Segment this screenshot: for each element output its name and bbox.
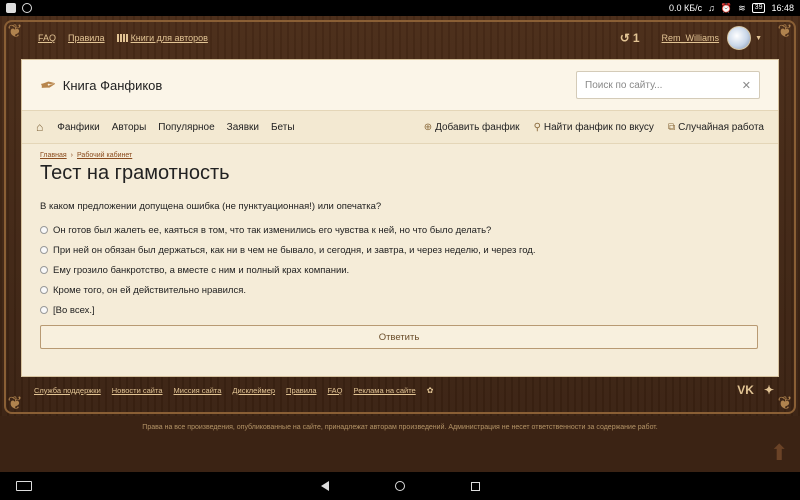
twitter-icon[interactable]: ✦ <box>764 383 774 397</box>
copyright-text: Права на все произведения, опубликованны… <box>142 424 658 431</box>
search-box: ✕ <box>576 71 760 99</box>
plus-circle-icon: ⊕ <box>423 121 433 133</box>
keyboard-icon[interactable] <box>16 481 32 491</box>
site-header: ✒ Книга Фанфиков ✕ <box>22 60 778 110</box>
back-icon[interactable] <box>320 481 329 491</box>
history-button[interactable]: ↺ 1 <box>620 31 640 45</box>
android-nav-bar <box>0 472 800 500</box>
vk-icon[interactable]: VK <box>737 383 754 397</box>
radio-button[interactable] <box>40 266 48 274</box>
find-fanfic-label: Найти фанфик по вкусу <box>543 121 654 133</box>
content-area: Главная › Рабочий кабинет Тест на грамот… <box>22 144 778 349</box>
answer-option-5[interactable]: [Во всех.] <box>40 300 760 320</box>
home-button-icon[interactable] <box>394 481 405 491</box>
main-page: ✒ Книга Фанфиков ✕ ⌂ Фанфики Авторы Попу… <box>22 60 778 376</box>
answer-option-text: При ней он обязан был держаться, как ни … <box>53 244 536 256</box>
footer-link-mission[interactable]: Миссия сайта <box>174 386 222 395</box>
answer-option-3[interactable]: Ему грозило банкротство, а вместе с ним … <box>40 260 760 280</box>
main-menu: ⌂ Фанфики Авторы Популярное Заявки Беты … <box>22 110 778 144</box>
username-link[interactable]: Rem_Williams <box>662 33 720 43</box>
answer-option-text: Он готов был жалеть ее, каяться в том, ч… <box>53 224 492 236</box>
clock: 16:48 <box>771 3 794 13</box>
breadcrumb-home[interactable]: Главная <box>40 152 67 159</box>
footer-link-faq[interactable]: FAQ <box>328 386 343 395</box>
answer-option-4[interactable]: Кроме того, он ей действительно нравился… <box>40 280 760 300</box>
find-fanfic-button[interactable]: ⚲ Найти фанфик по вкусу <box>534 122 654 133</box>
answer-option-text: [Во всех.] <box>53 304 95 316</box>
battery-level: 39 <box>751 3 766 13</box>
scroll-to-top-icon[interactable]: ⬆ <box>770 440 788 466</box>
menu-item-popular[interactable]: Популярное <box>158 122 214 133</box>
corner-ornament-icon: ❦ <box>7 393 23 413</box>
notification-icon <box>6 3 16 13</box>
menu-item-fanfics[interactable]: Фанфики <box>57 122 99 133</box>
breadcrumb-dashboard[interactable]: Рабочий кабинет <box>77 152 132 159</box>
answer-option-text: Кроме того, он ей действительно нравился… <box>53 284 247 296</box>
search-input[interactable] <box>585 79 742 91</box>
home-icon[interactable]: ⌂ <box>36 120 43 134</box>
page-title: Тест на грамотность <box>40 162 230 184</box>
add-fanfic-button[interactable]: ⊕ Добавить фанфик <box>424 122 520 133</box>
logo-text: Книга Фанфиков <box>62 77 163 93</box>
breadcrumb-separator-icon: › <box>70 152 73 159</box>
answer-option-1[interactable]: Он готов был жалеть ее, каяться в том, ч… <box>40 220 760 240</box>
radio-button[interactable] <box>40 286 48 294</box>
android-status-bar: 0.0 КБ/с ♫ ⏰ ≋ 39 16:48 <box>0 0 800 16</box>
radio-button[interactable] <box>40 306 48 314</box>
add-fanfic-label: Добавить фанфик <box>435 121 520 133</box>
history-count: 1 <box>632 31 640 45</box>
answer-option-2[interactable]: При ней он обязан был держаться, как ни … <box>40 240 760 260</box>
network-speed: 0.0 КБ/с <box>668 3 703 13</box>
books-icon <box>116 34 128 42</box>
radio-button[interactable] <box>40 246 48 254</box>
avatar[interactable] <box>727 26 752 50</box>
footer-link-ads[interactable]: Реклама на сайте <box>354 386 416 395</box>
search-icon: ⚲ <box>533 121 541 133</box>
quill-icon: ✒ <box>38 73 59 98</box>
random-icon: ⧉ <box>667 121 676 133</box>
chevron-down-icon[interactable]: ▼ <box>755 35 762 42</box>
random-work-label: Случайная работа <box>678 121 764 133</box>
radio-button[interactable] <box>40 226 48 234</box>
submit-answer-button[interactable]: Ответить <box>40 325 758 349</box>
alarm-icon: ⏰ <box>720 2 733 13</box>
top-nav: FAQ Правила Книги для авторов ↺ 1 Rem_Wi… <box>0 16 800 60</box>
history-icon: ↺ <box>619 31 630 45</box>
footer-link-news[interactable]: Новости сайта <box>112 386 163 395</box>
paw-icon[interactable]: ✿ <box>427 386 434 395</box>
footer-link-rules[interactable]: Правила <box>286 386 316 395</box>
menu-item-betas[interactable]: Беты <box>271 122 295 133</box>
quiz-question: В каком предложении допущена ошибка (не … <box>40 201 382 212</box>
app-notification-icon <box>22 3 32 13</box>
headphones-icon: ♫ <box>708 3 715 13</box>
menu-item-authors[interactable]: Авторы <box>112 122 147 133</box>
books-for-authors-link[interactable]: Книги для авторов <box>116 33 208 43</box>
footer-link-disclaimer[interactable]: Дисклеймер <box>232 386 275 395</box>
answer-options: Он готов был жалеть ее, каяться в том, ч… <box>40 220 760 320</box>
rules-link[interactable]: Правила <box>68 33 105 43</box>
footer-link-support[interactable]: Служба поддержки <box>34 386 101 395</box>
books-link-label: Книги для авторов <box>130 33 208 43</box>
site-logo[interactable]: ✒ Книга Фанфиков <box>38 73 163 98</box>
faq-link[interactable]: FAQ <box>38 33 56 43</box>
answer-option-text: Ему грозило банкротство, а вместе с ним … <box>53 264 350 276</box>
recents-icon[interactable] <box>470 481 480 491</box>
breadcrumb: Главная › Рабочий кабинет <box>40 152 760 159</box>
footer-nav: Служба поддержки Новости сайта Миссия са… <box>34 380 774 400</box>
wifi-icon: ≋ <box>738 2 746 13</box>
clear-search-icon[interactable]: ✕ <box>742 79 751 92</box>
random-work-button[interactable]: ⧉ Случайная работа <box>668 122 764 133</box>
corner-ornament-icon: ❦ <box>777 393 793 413</box>
menu-item-requests[interactable]: Заявки <box>227 122 259 133</box>
